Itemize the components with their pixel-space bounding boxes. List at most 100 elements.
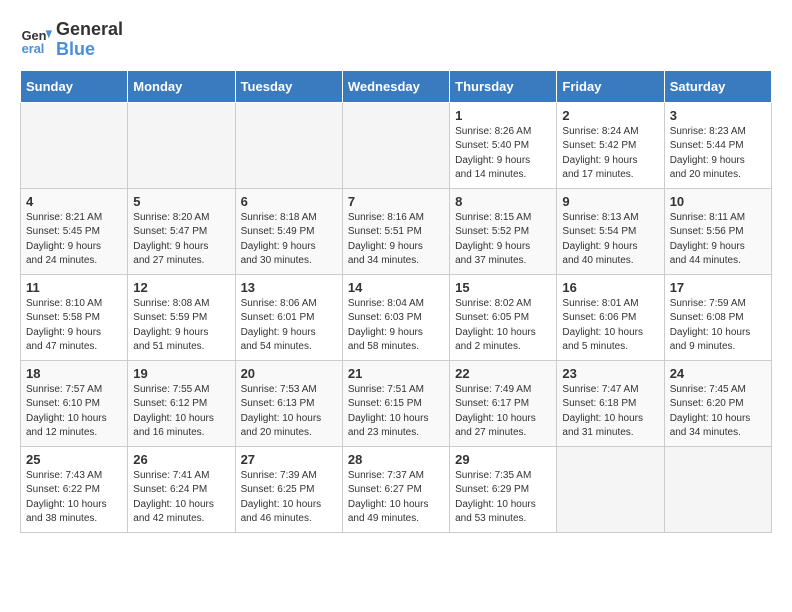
day-number: 1 [455, 108, 551, 123]
day-info: Sunrise: 8:01 AM Sunset: 6:06 PM Dayligh… [562, 297, 658, 355]
calendar-cell: 6 Sunrise: 8:18 AM Sunset: 5:49 PM Daylig… [235, 188, 342, 274]
calendar-cell [664, 446, 771, 532]
day-info: Sunrise: 8:21 AM Sunset: 5:45 PM Dayligh… [26, 211, 122, 269]
calendar-cell: 19 Sunrise: 7:55 AM Sunset: 6:12 PM Dayli… [128, 360, 235, 446]
day-info: Sunrise: 7:49 AM Sunset: 6:17 PM Dayligh… [455, 383, 551, 441]
calendar-cell [128, 102, 235, 188]
day-number: 20 [241, 366, 337, 381]
logo-icon: Gen eral [20, 24, 52, 56]
calendar-cell: 24Sunrise: 7:45 AM Sunset: 6:20 PM Dayli… [664, 360, 771, 446]
calendar-cell: 2 Sunrise: 8:24 AM Sunset: 5:42 PM Daylig… [557, 102, 664, 188]
weekday-header-sunday: Sunday [21, 70, 128, 102]
calendar-cell: 4 Sunrise: 8:21 AM Sunset: 5:45 PM Daylig… [21, 188, 128, 274]
day-info: Sunrise: 7:39 AM Sunset: 6:25 PM Dayligh… [241, 469, 337, 527]
day-number: 26 [133, 452, 229, 467]
calendar-cell: 14 Sunrise: 8:04 AM Sunset: 6:03 PM Dayli… [342, 274, 449, 360]
day-number: 12 [133, 280, 229, 295]
day-number: 23 [562, 366, 658, 381]
calendar-cell: 11 Sunrise: 8:10 AM Sunset: 5:58 PM Dayli… [21, 274, 128, 360]
day-number: 21 [348, 366, 444, 381]
day-info: Sunrise: 7:43 AM Sunset: 6:22 PM Dayligh… [26, 469, 122, 527]
day-number: 7 [348, 194, 444, 209]
calendar-cell: 18Sunrise: 7:57 AM Sunset: 6:10 PM Dayli… [21, 360, 128, 446]
day-info: Sunrise: 8:06 AM Sunset: 6:01 PM Dayligh… [241, 297, 337, 355]
day-number: 28 [348, 452, 444, 467]
day-number: 17 [670, 280, 766, 295]
day-info: Sunrise: 8:26 AM Sunset: 5:40 PM Dayligh… [455, 125, 551, 183]
day-number: 10 [670, 194, 766, 209]
calendar-week-1: 1 Sunrise: 8:26 AM Sunset: 5:40 PM Daylig… [21, 102, 772, 188]
calendar-cell: 13 Sunrise: 8:06 AM Sunset: 6:01 PM Dayli… [235, 274, 342, 360]
calendar-cell: 20 Sunrise: 7:53 AM Sunset: 6:13 PM Dayli… [235, 360, 342, 446]
day-info: Sunrise: 7:37 AM Sunset: 6:27 PM Dayligh… [348, 469, 444, 527]
day-number: 4 [26, 194, 122, 209]
day-number: 3 [670, 108, 766, 123]
calendar-cell: 26 Sunrise: 7:41 AM Sunset: 6:24 PM Dayli… [128, 446, 235, 532]
day-number: 9 [562, 194, 658, 209]
day-number: 14 [348, 280, 444, 295]
calendar-cell: 5Sunrise: 8:20 AM Sunset: 5:47 PM Daylig… [128, 188, 235, 274]
day-info: Sunrise: 8:18 AM Sunset: 5:49 PM Dayligh… [241, 211, 337, 269]
day-number: 6 [241, 194, 337, 209]
day-number: 15 [455, 280, 551, 295]
weekday-header-thursday: Thursday [450, 70, 557, 102]
calendar-cell: 10Sunrise: 8:11 AM Sunset: 5:56 PM Dayli… [664, 188, 771, 274]
day-info: Sunrise: 7:53 AM Sunset: 6:13 PM Dayligh… [241, 383, 337, 441]
day-number: 2 [562, 108, 658, 123]
day-info: Sunrise: 8:15 AM Sunset: 5:52 PM Dayligh… [455, 211, 551, 269]
day-number: 13 [241, 280, 337, 295]
calendar-cell: 27 Sunrise: 7:39 AM Sunset: 6:25 PM Dayli… [235, 446, 342, 532]
day-number: 16 [562, 280, 658, 295]
calendar-cell: 16 Sunrise: 8:01 AM Sunset: 6:06 PM Dayli… [557, 274, 664, 360]
day-number: 18 [26, 366, 122, 381]
calendar-cell: 3 Sunrise: 8:23 AM Sunset: 5:44 PM Daylig… [664, 102, 771, 188]
calendar-cell: 17 Sunrise: 7:59 AM Sunset: 6:08 PM Dayli… [664, 274, 771, 360]
calendar-cell [21, 102, 128, 188]
day-number: 27 [241, 452, 337, 467]
weekday-header-friday: Friday [557, 70, 664, 102]
svg-text:eral: eral [22, 41, 45, 56]
day-info: Sunrise: 8:16 AM Sunset: 5:51 PM Dayligh… [348, 211, 444, 269]
day-info: Sunrise: 7:51 AM Sunset: 6:15 PM Dayligh… [348, 383, 444, 441]
day-info: Sunrise: 7:59 AM Sunset: 6:08 PM Dayligh… [670, 297, 766, 355]
day-number: 19 [133, 366, 229, 381]
weekday-header-wednesday: Wednesday [342, 70, 449, 102]
calendar-cell [235, 102, 342, 188]
day-info: Sunrise: 8:02 AM Sunset: 6:05 PM Dayligh… [455, 297, 551, 355]
day-info: Sunrise: 7:55 AM Sunset: 6:12 PM Dayligh… [133, 383, 229, 441]
day-number: 25 [26, 452, 122, 467]
calendar-week-5: 25 Sunrise: 7:43 AM Sunset: 6:22 PM Dayli… [21, 446, 772, 532]
logo-general: General [56, 20, 123, 40]
weekday-header-monday: Monday [128, 70, 235, 102]
day-info: Sunrise: 7:35 AM Sunset: 6:29 PM Dayligh… [455, 469, 551, 527]
page-header: Gen eral General Blue [20, 20, 772, 60]
day-info: Sunrise: 8:24 AM Sunset: 5:42 PM Dayligh… [562, 125, 658, 183]
logo: Gen eral General Blue [20, 20, 123, 60]
calendar-cell: 9 Sunrise: 8:13 AM Sunset: 5:54 PM Daylig… [557, 188, 664, 274]
calendar-cell: 8Sunrise: 8:15 AM Sunset: 5:52 PM Daylig… [450, 188, 557, 274]
day-info: Sunrise: 8:13 AM Sunset: 5:54 PM Dayligh… [562, 211, 658, 269]
weekday-header-tuesday: Tuesday [235, 70, 342, 102]
calendar-cell: 7 Sunrise: 8:16 AM Sunset: 5:51 PM Daylig… [342, 188, 449, 274]
day-number: 5 [133, 194, 229, 209]
calendar-cell: 12 Sunrise: 8:08 AM Sunset: 5:59 PM Dayli… [128, 274, 235, 360]
day-info: Sunrise: 7:41 AM Sunset: 6:24 PM Dayligh… [133, 469, 229, 527]
calendar-cell [557, 446, 664, 532]
day-info: Sunrise: 8:08 AM Sunset: 5:59 PM Dayligh… [133, 297, 229, 355]
day-number: 11 [26, 280, 122, 295]
day-info: Sunrise: 8:10 AM Sunset: 5:58 PM Dayligh… [26, 297, 122, 355]
weekday-header-saturday: Saturday [664, 70, 771, 102]
day-number: 29 [455, 452, 551, 467]
day-number: 22 [455, 366, 551, 381]
day-info: Sunrise: 8:23 AM Sunset: 5:44 PM Dayligh… [670, 125, 766, 183]
calendar-cell: 25 Sunrise: 7:43 AM Sunset: 6:22 PM Dayli… [21, 446, 128, 532]
calendar-week-2: 4 Sunrise: 8:21 AM Sunset: 5:45 PM Daylig… [21, 188, 772, 274]
day-info: Sunrise: 7:47 AM Sunset: 6:18 PM Dayligh… [562, 383, 658, 441]
calendar-cell: 28 Sunrise: 7:37 AM Sunset: 6:27 PM Dayli… [342, 446, 449, 532]
calendar-cell [342, 102, 449, 188]
day-info: Sunrise: 8:04 AM Sunset: 6:03 PM Dayligh… [348, 297, 444, 355]
calendar-table: SundayMondayTuesdayWednesdayThursdayFrid… [20, 70, 772, 533]
calendar-cell: 1 Sunrise: 8:26 AM Sunset: 5:40 PM Daylig… [450, 102, 557, 188]
logo-blue: Blue [56, 40, 123, 60]
calendar-cell: 21 Sunrise: 7:51 AM Sunset: 6:15 PM Dayli… [342, 360, 449, 446]
